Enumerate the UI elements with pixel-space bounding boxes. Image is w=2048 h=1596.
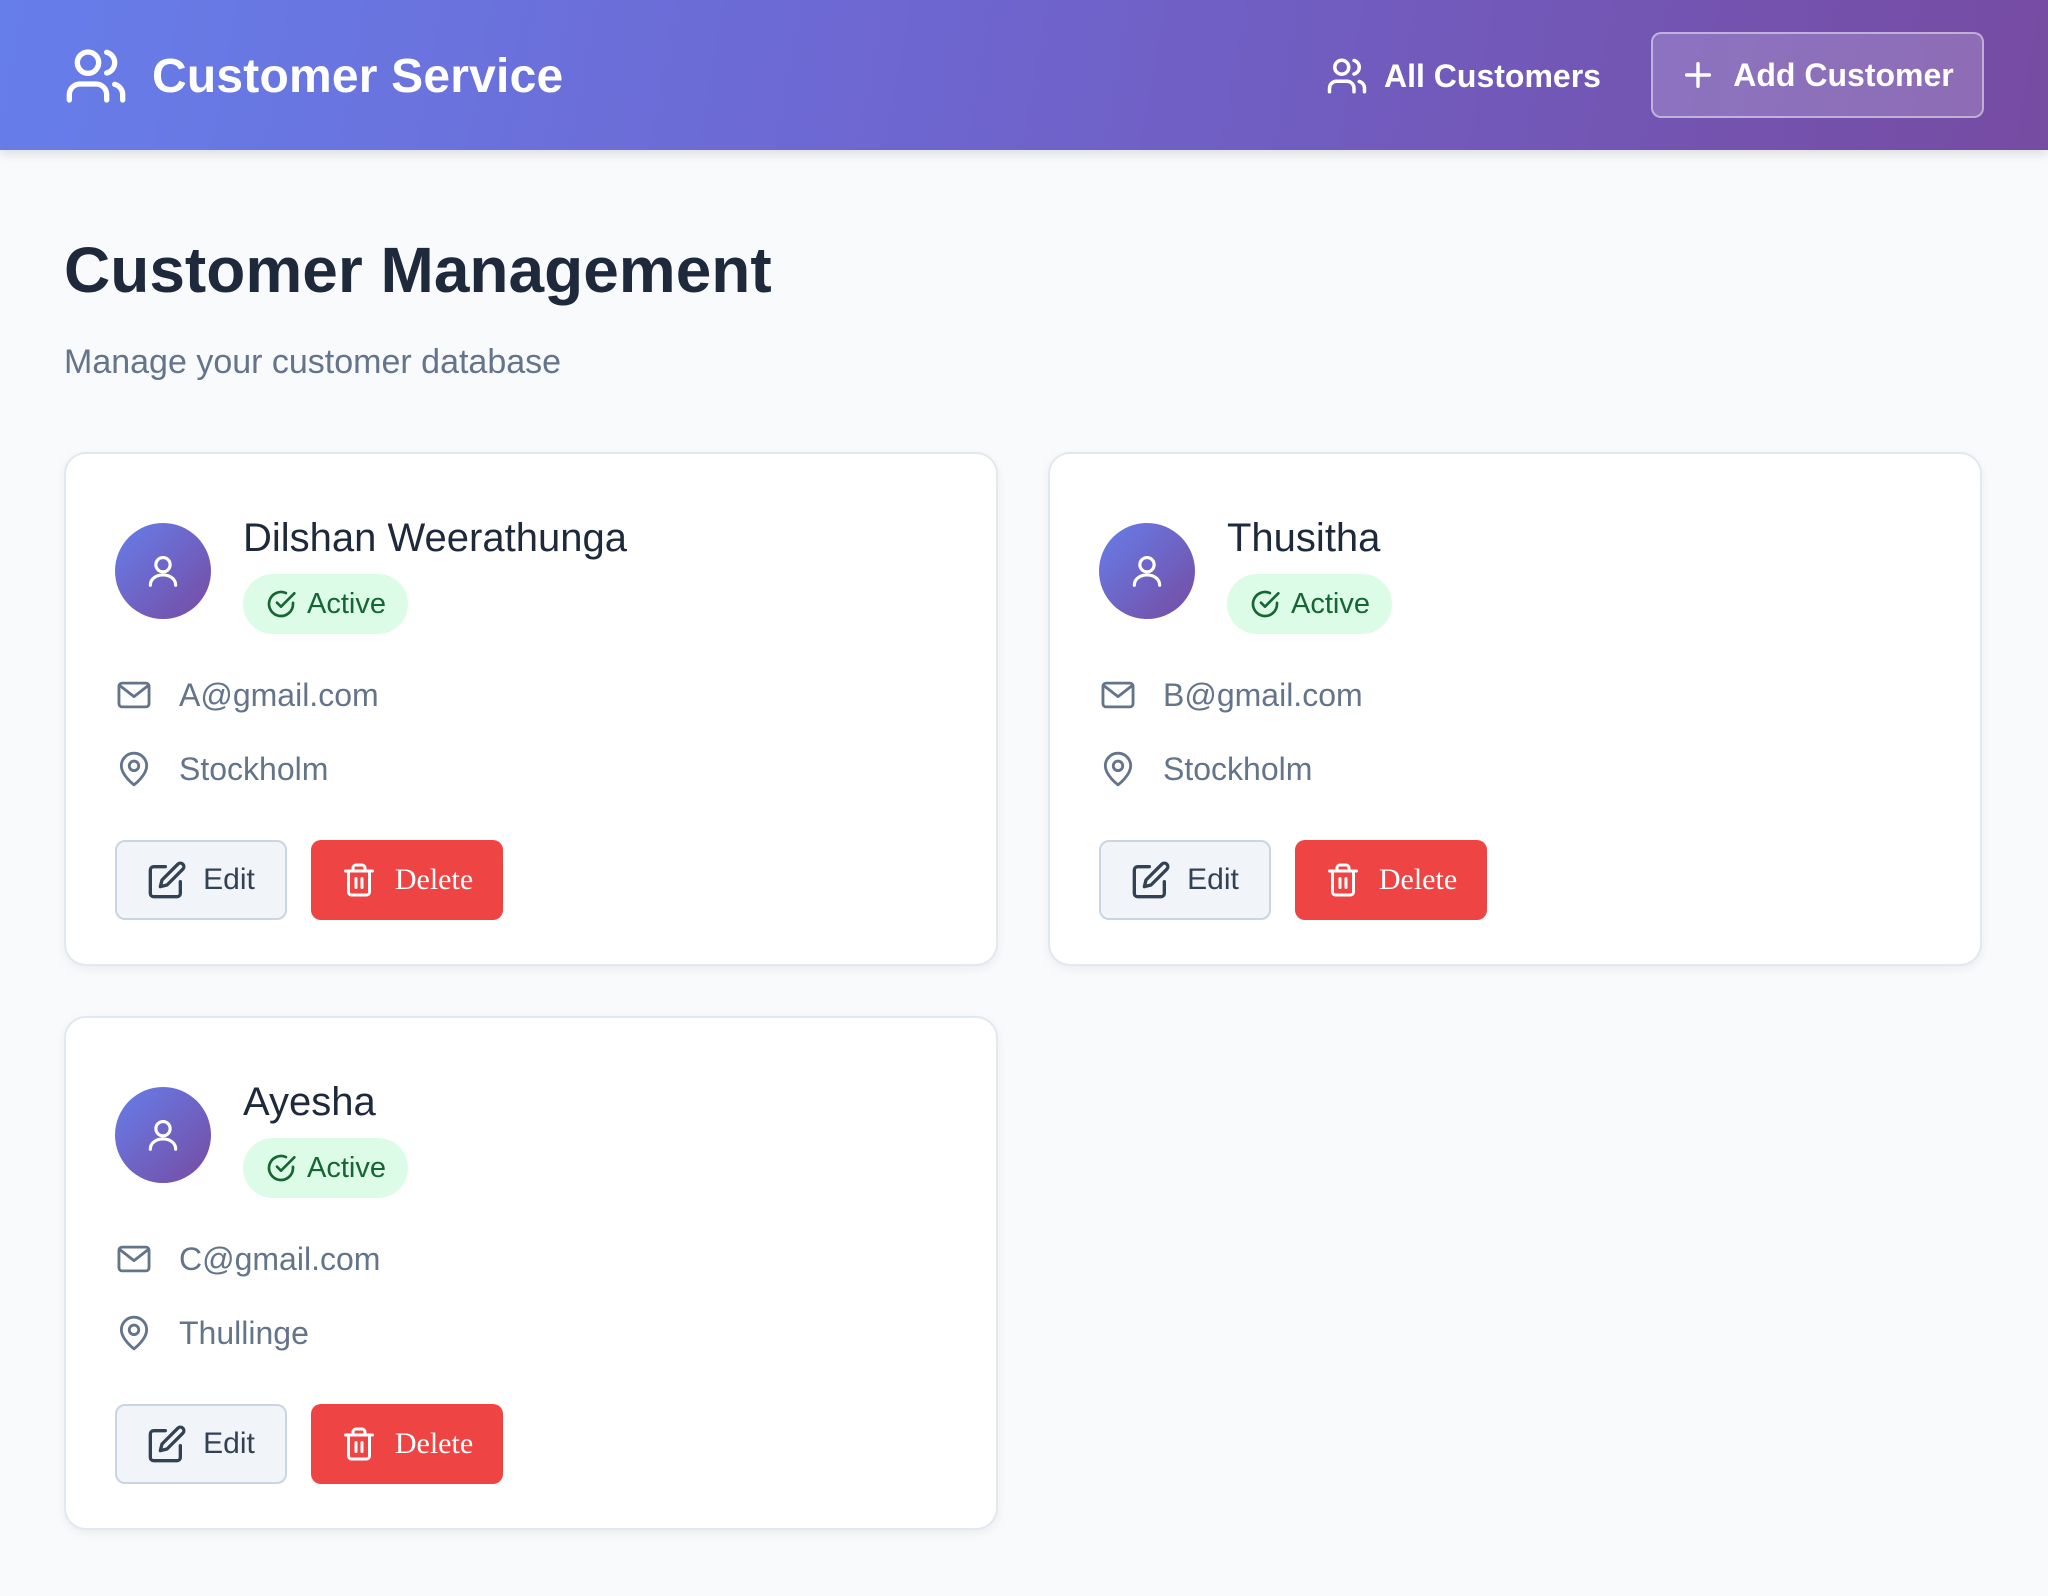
check-circle-icon <box>1251 590 1280 618</box>
location-row: Stockholm <box>1099 747 1312 791</box>
mail-icon <box>117 1245 151 1273</box>
mail-icon <box>1101 681 1135 709</box>
user-icon <box>1132 555 1162 587</box>
customer-city: Thullinge <box>179 1314 309 1351</box>
brand[interactable]: Customer Service <box>64 44 563 108</box>
customer-card: Ayesha Active C@gmail.com Thullinge Edit… <box>64 1016 998 1530</box>
mail-icon <box>117 681 151 709</box>
customer-email: B@gmail.com <box>1163 676 1363 713</box>
edit-icon <box>1132 861 1170 899</box>
app-title: Customer Service <box>152 49 564 103</box>
nav-all-customers-label: All Customers <box>1384 57 1601 94</box>
add-customer-button[interactable]: Add Customer <box>1651 32 1984 118</box>
avatar <box>115 1087 211 1183</box>
status-badge: Active <box>243 1138 408 1198</box>
edit-label: Edit <box>203 863 255 896</box>
trash-icon <box>1327 863 1358 897</box>
top-header: Customer Service All Customers Add Custo… <box>0 0 2048 150</box>
map-pin-icon <box>119 751 149 787</box>
customer-city: Stockholm <box>179 750 329 787</box>
customer-card: Thusitha Active B@gmail.com Stockholm Ed… <box>1048 452 1982 966</box>
customer-name: Dilshan Weerathunga <box>243 516 627 560</box>
delete-button[interactable]: Delete <box>311 840 503 920</box>
user-icon <box>148 555 178 587</box>
status-label: Active <box>1291 588 1370 620</box>
email-row: B@gmail.com <box>1099 673 1363 717</box>
customer-email: A@gmail.com <box>179 676 379 713</box>
status-badge: Active <box>243 574 408 634</box>
edit-label: Edit <box>203 1427 255 1460</box>
edit-button[interactable]: Edit <box>115 1404 287 1484</box>
status-label: Active <box>307 1152 386 1184</box>
nav-all-customers[interactable]: All Customers <box>1326 52 1601 100</box>
location-row: Stockholm <box>115 747 328 791</box>
location-row: Thullinge <box>115 1311 309 1355</box>
status-badge: Active <box>1227 574 1392 634</box>
user-icon <box>148 1119 178 1151</box>
customer-name: Thusitha <box>1227 516 1381 560</box>
edit-button[interactable]: Edit <box>1099 840 1271 920</box>
map-pin-icon <box>119 1315 149 1351</box>
customer-name: Ayesha <box>243 1080 376 1124</box>
edit-icon <box>148 861 186 899</box>
status-label: Active <box>307 588 386 620</box>
delete-label: Delete <box>394 1427 474 1460</box>
trash-icon <box>343 863 374 897</box>
delete-label: Delete <box>1378 863 1458 896</box>
customer-card: Dilshan Weerathunga Active A@gmail.com S… <box>64 452 998 966</box>
customer-email: C@gmail.com <box>179 1240 381 1277</box>
edit-label: Edit <box>1187 863 1239 896</box>
delete-button[interactable]: Delete <box>1295 840 1487 920</box>
users-icon <box>1327 58 1367 94</box>
delete-button[interactable]: Delete <box>311 1404 503 1484</box>
page-title: Customer Management <box>64 234 772 306</box>
users-icon <box>66 49 126 103</box>
add-customer-label: Add Customer <box>1733 56 1954 93</box>
page-subtitle: Manage your customer database <box>64 343 562 381</box>
edit-icon <box>148 1425 186 1463</box>
map-pin-icon <box>1103 751 1133 787</box>
avatar <box>115 523 211 619</box>
delete-label: Delete <box>394 863 474 896</box>
edit-button[interactable]: Edit <box>115 840 287 920</box>
check-circle-icon <box>267 1154 296 1182</box>
email-row: A@gmail.com <box>115 673 379 717</box>
trash-icon <box>343 1427 374 1461</box>
avatar <box>1099 523 1195 619</box>
check-circle-icon <box>267 590 296 618</box>
plus-icon <box>1685 61 1712 89</box>
email-row: C@gmail.com <box>115 1237 380 1281</box>
customer-city: Stockholm <box>1163 750 1313 787</box>
